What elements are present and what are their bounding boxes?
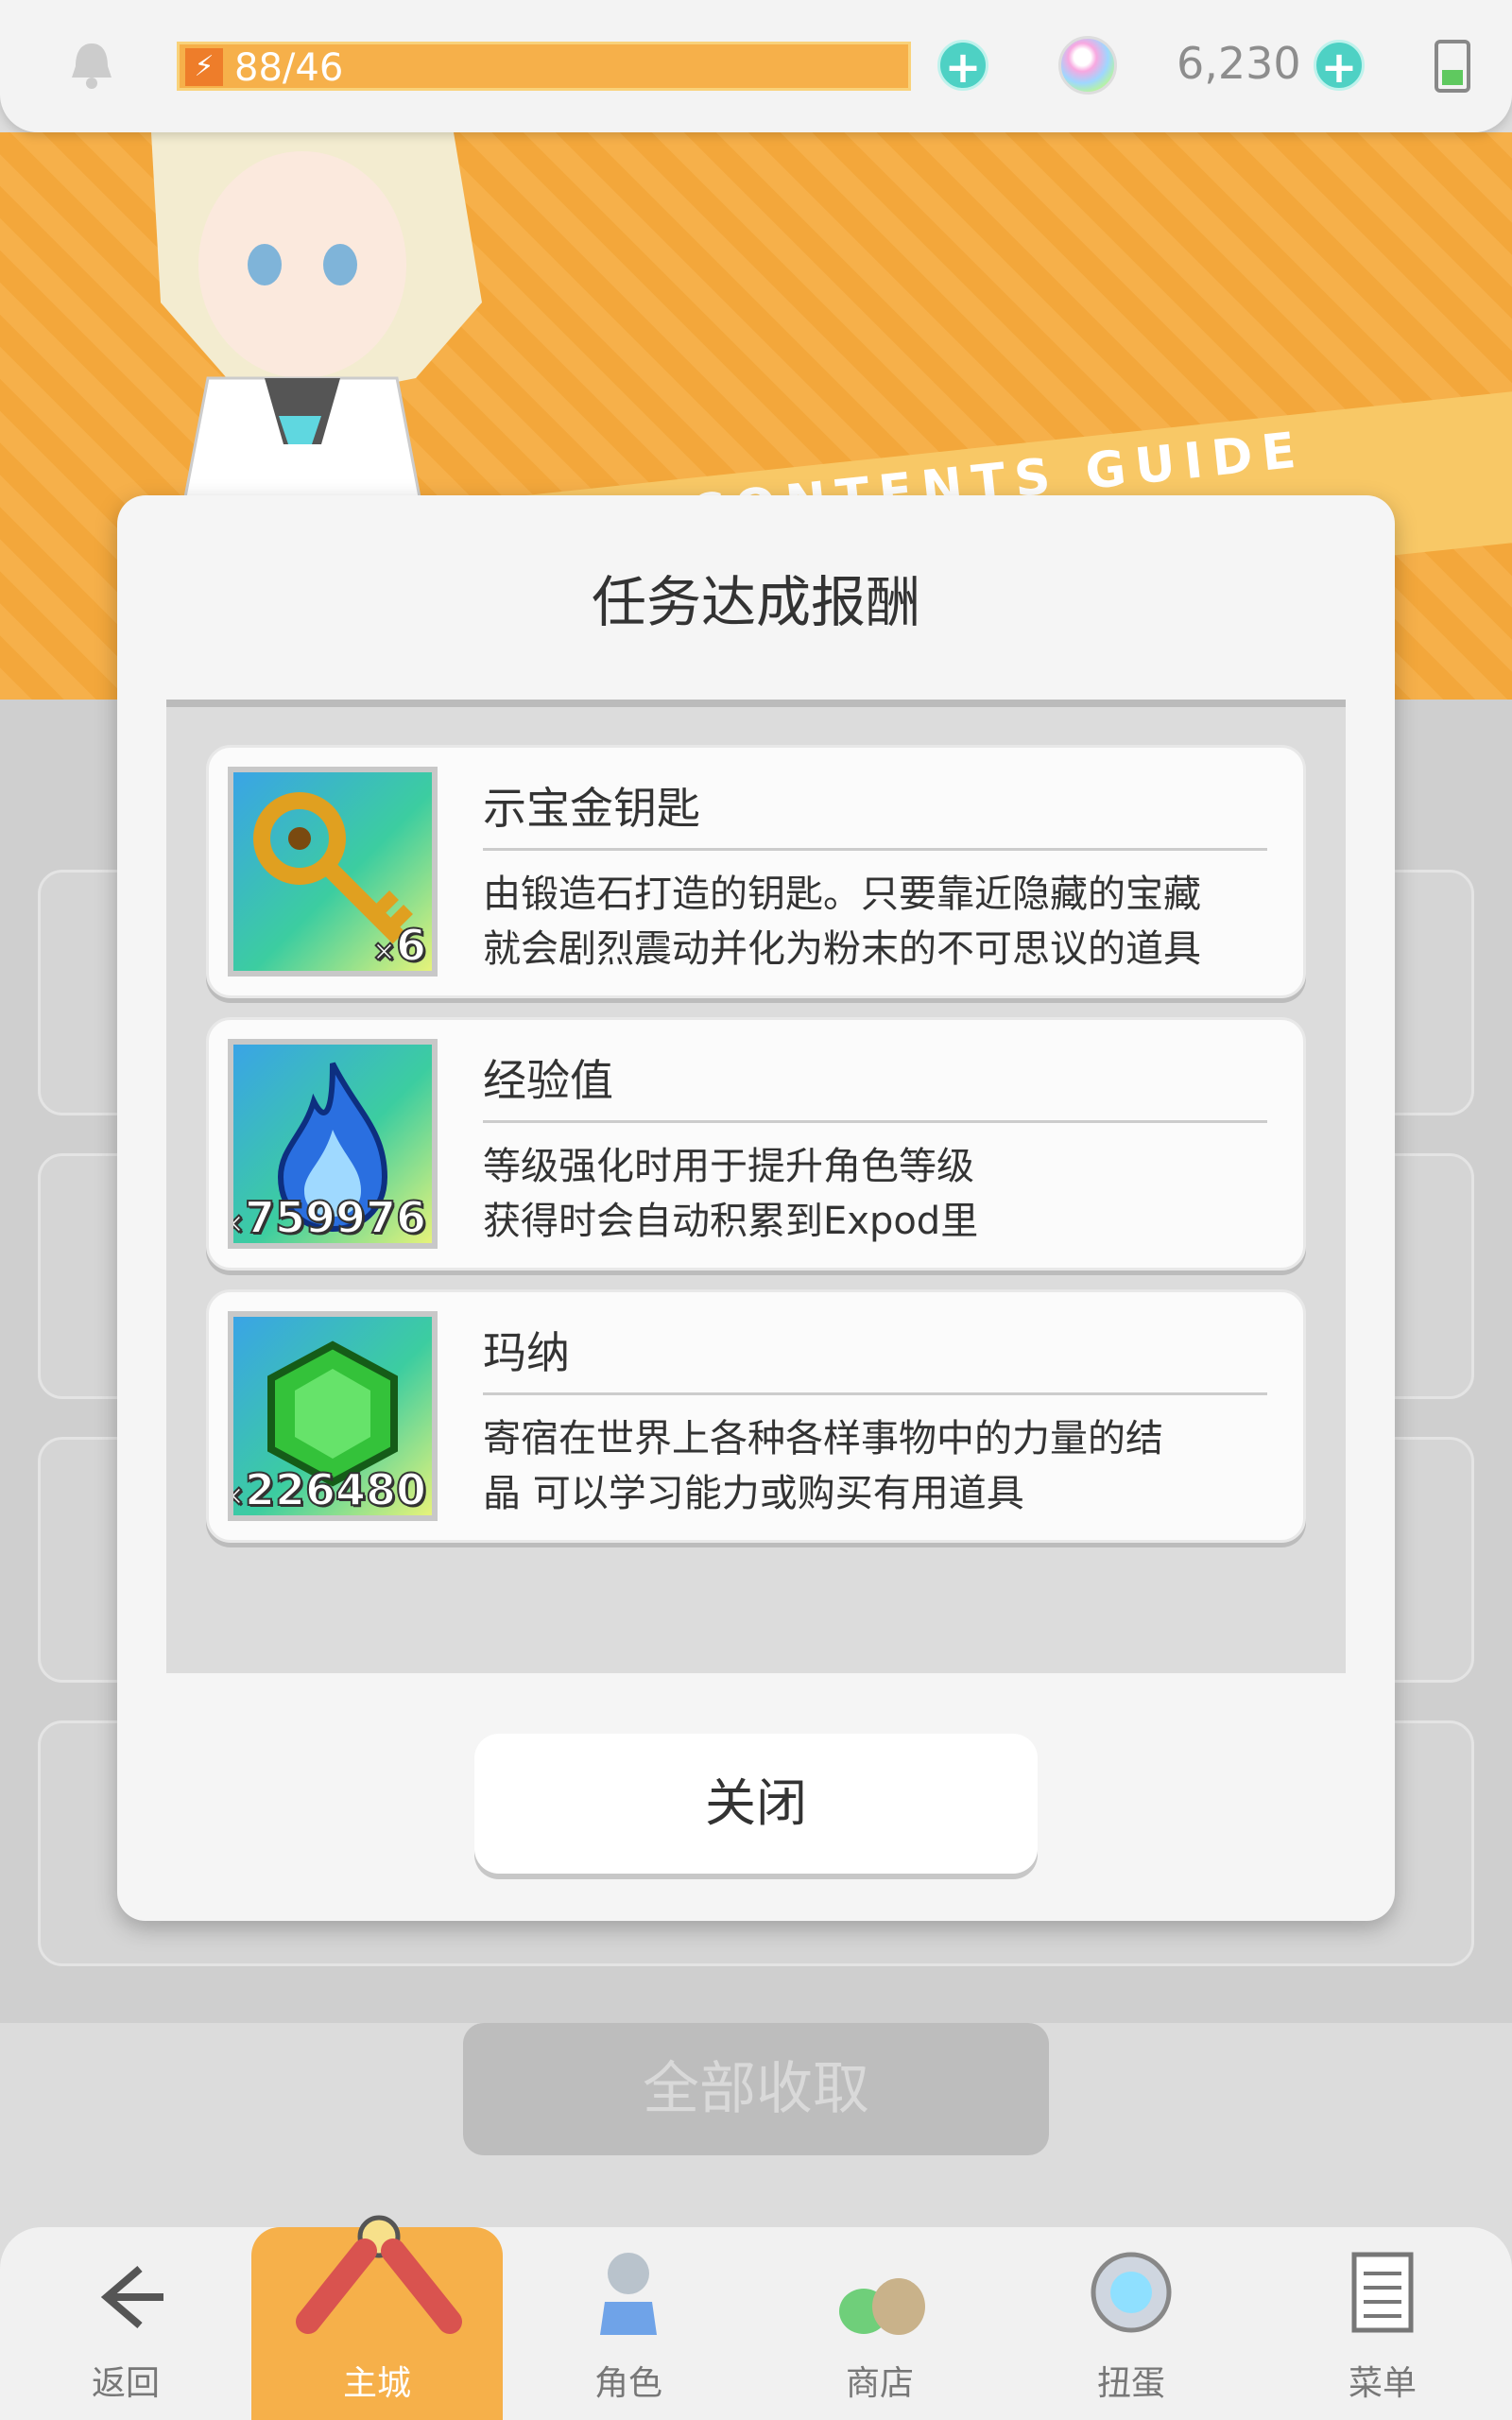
item-name: 玛纳 — [483, 1327, 570, 1378]
close-button[interactable]: 关闭 — [474, 1734, 1038, 1874]
gem-orb-icon — [1058, 36, 1117, 95]
blue-flame-icon: ×759976 — [228, 1039, 438, 1249]
nav-main-city[interactable]: 主城 — [251, 2215, 503, 2420]
add-stamina-button[interactable]: + — [937, 40, 988, 92]
nav-back[interactable]: 返回 — [0, 2227, 251, 2420]
bottom-nav: 返回 主城 角色 商店 扭蛋 菜单 — [0, 2215, 1512, 2420]
nav-character[interactable]: 角色 — [503, 2227, 754, 2420]
item-name: 经验值 — [483, 1055, 613, 1106]
lightning-icon: ⚡ — [185, 48, 223, 86]
item-name: 示宝金钥匙 — [483, 783, 700, 834]
item-quantity: ×759976 — [233, 1191, 427, 1243]
battery-icon — [1435, 40, 1470, 93]
nav-shop[interactable]: 商店 — [754, 2227, 1005, 2420]
add-gems-button[interactable]: + — [1314, 40, 1365, 92]
reward-item-mana: ×226480 玛纳 寄宿在世界上各种各样事物中的力量的结 晶 可以学习能力或购… — [206, 1289, 1306, 1543]
item-description: 等级强化时用于提升角色等级 获得时会自动积累到Expod里 — [483, 1145, 979, 1243]
top-resource-bar: ⚡ 88/46 + 6,230 + — [0, 0, 1512, 132]
nav-menu[interactable]: 菜单 — [1257, 2227, 1508, 2420]
character-icon — [600, 2253, 657, 2335]
item-description: 寄宿在世界上各种各样事物中的力量的结 晶 可以学习能力或购买有用道具 — [483, 1417, 1163, 1515]
collect-all-button: 全部收取 — [463, 2023, 1049, 2155]
golden-key-icon: ×6 — [228, 767, 438, 977]
shop-icon — [839, 2278, 925, 2335]
dialog-title: 任务达成报酬 — [591, 570, 920, 634]
town-icon — [296, 2215, 462, 2334]
reward-item-key: ×6 示宝金钥匙 由锻造石打造的钥匙。只要靠近隐藏的宝藏 就会剧烈震动并化为粉末… — [206, 745, 1306, 998]
gem-count: 6,230 — [1177, 38, 1301, 89]
nav-gacha[interactable]: 扭蛋 — [1005, 2227, 1257, 2420]
item-description: 由锻造石打造的钥匙。只要靠近隐藏的宝藏 就会剧烈震动并化为粉末的不可思议的道具 — [483, 873, 1201, 971]
menu-icon — [1351, 2252, 1414, 2333]
reward-dialog: 任务达成报酬 ×6 示宝金钥匙 由锻造石打造的钥匙。只要靠近隐藏的宝藏 就会剧烈… — [117, 495, 1395, 1921]
bell-icon[interactable] — [62, 36, 121, 95]
item-quantity: ×6 — [371, 919, 427, 971]
stamina-value: 88/46 — [234, 46, 344, 90]
gacha-icon — [1091, 2252, 1172, 2333]
green-gem-icon: ×226480 — [228, 1311, 438, 1521]
back-arrow-icon — [100, 2265, 163, 2329]
reward-item-exp: ×759976 经验值 等级强化时用于提升角色等级 获得时会自动积累到Expod… — [206, 1017, 1306, 1270]
stamina-bar: ⚡ 88/46 — [177, 42, 911, 91]
reward-list: ×6 示宝金钥匙 由锻造石打造的钥匙。只要靠近隐藏的宝藏 就会剧烈震动并化为粉末… — [166, 700, 1346, 1673]
item-quantity: ×226480 — [233, 1463, 427, 1515]
